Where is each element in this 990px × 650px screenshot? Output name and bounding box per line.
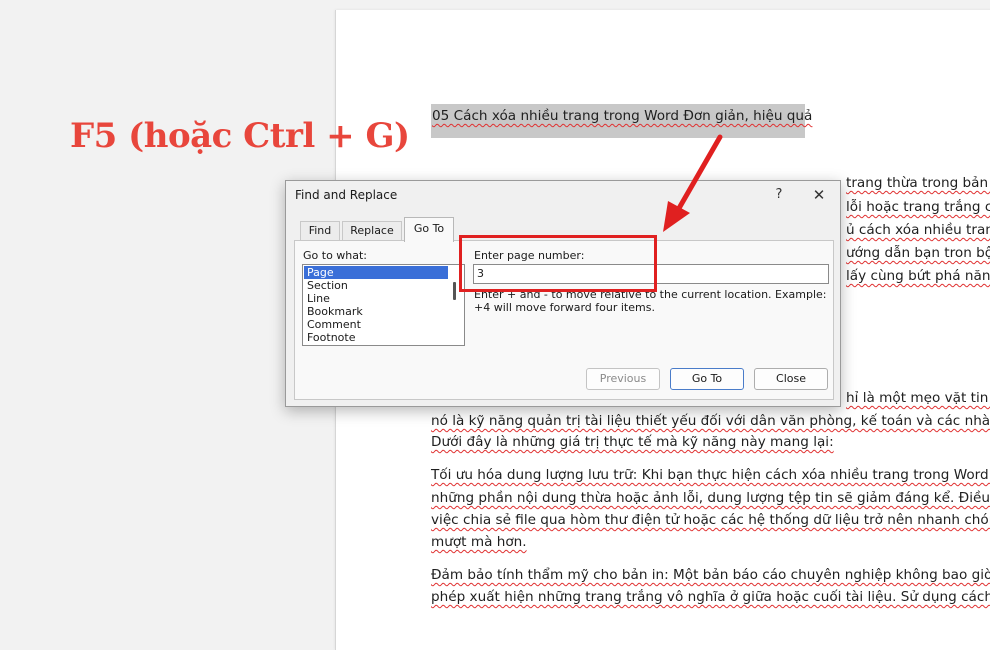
find-replace-dialog: Find and Replace ? ✕ Find Replace Go To … bbox=[285, 180, 841, 407]
doc-fragment: ướng dẫn bạn tron bộ b bbox=[846, 245, 990, 261]
close-button[interactable]: Close bbox=[754, 368, 828, 390]
go-to-hint-text: Enter + and - to move relative to the cu… bbox=[474, 288, 827, 314]
list-item-comment[interactable]: Comment bbox=[304, 318, 448, 331]
doc-line: những phần nội dung thừa hoặc ảnh lỗi, d… bbox=[431, 490, 990, 506]
doc-line: Dưới đây là những giá trị thực tế mà kỹ … bbox=[431, 434, 834, 450]
list-item-footnote[interactable]: Footnote bbox=[304, 331, 448, 344]
doc-line: mượt mà hơn. bbox=[431, 534, 527, 550]
list-item-line[interactable]: Line bbox=[304, 292, 448, 305]
go-to-what-list[interactable]: Page Section Line Bookmark Comment Footn… bbox=[302, 264, 465, 346]
dialog-title: Find and Replace bbox=[295, 188, 398, 202]
tab-replace[interactable]: Replace bbox=[342, 221, 402, 241]
previous-button[interactable]: Previous bbox=[586, 368, 660, 390]
doc-line: Đảm bảo tính thẩm mỹ cho bản in: Một bản… bbox=[431, 567, 990, 583]
go-to-button[interactable]: Go To bbox=[670, 368, 744, 390]
shortcut-overlay-label: F5 (hoặc Ctrl + G) bbox=[70, 116, 410, 156]
list-item-page[interactable]: Page bbox=[304, 266, 448, 279]
list-item-bookmark[interactable]: Bookmark bbox=[304, 305, 448, 318]
tab-go-to[interactable]: Go To bbox=[404, 217, 454, 242]
close-icon[interactable]: ✕ bbox=[806, 184, 832, 206]
document-title-line[interactable]: 05 Cách xóa nhiều trang trong Word Đơn g… bbox=[431, 104, 812, 138]
list-item-section[interactable]: Section bbox=[304, 279, 448, 292]
doc-fragment: ủ cách xóa nhiều trang bbox=[846, 222, 990, 238]
doc-line: Tối ưu hóa dung lượng lưu trữ: Khi bạn t… bbox=[431, 467, 990, 483]
doc-fragment: lỗi hoặc trang trắng c bbox=[846, 199, 990, 215]
list-scrollbar-thumb[interactable] bbox=[453, 282, 456, 300]
help-button[interactable]: ? bbox=[769, 184, 789, 206]
page-number-label: Enter page number: bbox=[474, 249, 585, 262]
go-to-what-label: Go to what: bbox=[303, 249, 368, 262]
doc-line: nó là kỹ năng quản trị tài liệu thiết yế… bbox=[431, 413, 990, 429]
doc-fragment: lấy cùng bứt phá năng bbox=[846, 268, 990, 284]
doc-line: việc chia sẻ file qua hòm thư điện tử ho… bbox=[431, 512, 990, 528]
doc-line: phép xuất hiện những trang trắng vô nghĩ… bbox=[431, 589, 990, 605]
tab-find[interactable]: Find bbox=[300, 221, 340, 241]
doc-fragment: trang thừa trong bản t bbox=[846, 175, 990, 191]
page-number-input[interactable]: 3 bbox=[473, 264, 829, 284]
doc-fragment: hỉ là một mẹo vặt tin h bbox=[846, 390, 990, 406]
